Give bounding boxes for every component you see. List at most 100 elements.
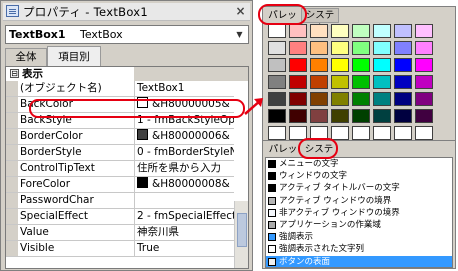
palette-color-cell[interactable] <box>415 24 433 38</box>
palette-color-cell[interactable] <box>373 109 391 123</box>
palette-color-cell[interactable] <box>352 92 370 106</box>
palette-color-cell[interactable] <box>331 75 349 89</box>
palette-color-cell[interactable] <box>415 92 433 106</box>
palette-color-cell[interactable] <box>331 126 349 140</box>
palette-color-cell[interactable] <box>415 75 433 89</box>
chevron-down-icon[interactable]: ▼ <box>232 27 247 42</box>
system-color-item[interactable]: 強調表示 <box>266 231 452 243</box>
palette-color-cell[interactable] <box>268 24 286 38</box>
palette-color-cell[interactable] <box>373 58 391 72</box>
palette-color-cell[interactable] <box>394 109 412 123</box>
object-selector[interactable]: TextBox1 TextBox ▼ <box>5 25 249 44</box>
palette-color-cell[interactable] <box>289 109 307 123</box>
palette-color-cell[interactable] <box>268 92 286 106</box>
palette-color-cell[interactable] <box>394 58 412 72</box>
property-row[interactable]: Visible True <box>6 241 234 257</box>
system-color-item[interactable]: ウィンドウの文字 <box>266 170 452 182</box>
palette-color-cell[interactable] <box>331 109 349 123</box>
palette-color-cell[interactable] <box>352 109 370 123</box>
palette-color-cell[interactable] <box>331 58 349 72</box>
palette-color-cell[interactable] <box>352 75 370 89</box>
property-name: BorderColor <box>20 130 83 142</box>
palette-color-cell[interactable] <box>415 58 433 72</box>
system-color-item[interactable]: アプリケーションの作業域 <box>266 219 452 231</box>
system-color-item[interactable]: 強調表示された文字列 <box>266 243 452 255</box>
palette-color-cell[interactable] <box>394 24 412 38</box>
property-row[interactable]: BorderStyle 0 - fmBorderStyleNone <box>6 145 234 161</box>
system-color-label: アクティブ タイトルバーの文字 <box>279 183 400 194</box>
tab-all[interactable]: 全体 <box>5 48 47 66</box>
tab-palette[interactable]: パレット <box>266 143 300 169</box>
palette-color-cell[interactable] <box>352 126 370 140</box>
palette-color-cell[interactable] <box>394 92 412 106</box>
property-row[interactable]: ControlTipText 住所を県から入力 <box>6 161 234 177</box>
palette-color-cell[interactable] <box>268 126 286 140</box>
system-color-item[interactable]: ボタンの表面 <box>266 255 452 267</box>
property-value[interactable]: 住所を県から入力 <box>134 161 234 176</box>
color-swatch <box>268 172 276 181</box>
system-color-item[interactable]: アクティブ ウィンドウの境界 <box>266 195 452 207</box>
palette-color-cell[interactable] <box>331 92 349 106</box>
palette-color-cell[interactable] <box>373 75 391 89</box>
property-value[interactable]: 0 - fmBorderStyleNone <box>134 145 234 160</box>
property-value[interactable]: &H80000008& <box>134 177 234 192</box>
palette-color-cell[interactable] <box>373 126 391 140</box>
system-color-item[interactable]: メニューの文字 <box>266 158 452 170</box>
palette-color-cell[interactable] <box>415 126 433 140</box>
property-value[interactable]: TextBox1 <box>134 81 234 96</box>
palette-color-cell[interactable] <box>394 41 412 55</box>
palette-color-cell[interactable] <box>310 75 328 89</box>
palette-color-cell[interactable] <box>310 24 328 38</box>
palette-color-cell[interactable] <box>310 109 328 123</box>
backcolor-highlight-ring <box>29 99 245 118</box>
property-value[interactable] <box>134 193 234 208</box>
property-value[interactable]: 神奈川県 <box>134 225 234 240</box>
palette-color-cell[interactable] <box>289 58 307 72</box>
property-name: PasswordChar <box>20 194 94 206</box>
palette-color-cell[interactable] <box>289 41 307 55</box>
palette-color-cell[interactable] <box>289 75 307 89</box>
palette-color-cell[interactable] <box>268 58 286 72</box>
palette-color-cell[interactable] <box>415 41 433 55</box>
property-value[interactable]: True <box>134 241 234 256</box>
scrollbar-thumb[interactable] <box>237 213 247 247</box>
tab-category[interactable]: 項目別 <box>47 46 101 67</box>
palette-color-cell[interactable] <box>289 24 307 38</box>
property-row[interactable]: PasswordChar <box>6 193 234 209</box>
palette-color-cell[interactable] <box>373 92 391 106</box>
palette-color-cell[interactable] <box>352 41 370 55</box>
system-color-item[interactable]: アクティブ タイトルバーの文字 <box>266 182 452 194</box>
vertical-scrollbar[interactable] <box>234 201 248 268</box>
title-bar[interactable]: プロパティ - TextBox1 × <box>3 3 250 21</box>
palette-color-cell[interactable] <box>373 41 391 55</box>
collapse-icon[interactable]: ⊟ <box>10 69 19 78</box>
property-row[interactable]: ForeColor &H80000008& <box>6 177 234 193</box>
palette-color-cell[interactable] <box>331 41 349 55</box>
row-gutter <box>6 161 18 176</box>
palette-color-cell[interactable] <box>268 109 286 123</box>
property-row[interactable]: SpecialEffect 2 - fmSpecialEffectSunken <box>6 209 234 225</box>
palette-color-cell[interactable] <box>415 109 433 123</box>
property-row[interactable]: BorderColor &H80000006& <box>6 129 234 145</box>
system-color-item[interactable]: 非アクティブ ウィンドウの境界 <box>266 207 452 219</box>
palette-color-cell[interactable] <box>352 58 370 72</box>
property-row[interactable]: Value 神奈川県 <box>6 225 234 241</box>
property-row[interactable]: (オブジェクト名) TextBox1 <box>6 81 234 97</box>
property-value[interactable]: 2 - fmSpecialEffectSunken <box>134 209 234 224</box>
palette-color-cell[interactable] <box>394 75 412 89</box>
palette-color-cell[interactable] <box>352 24 370 38</box>
palette-color-cell[interactable] <box>373 24 391 38</box>
palette-color-cell[interactable] <box>268 41 286 55</box>
close-button[interactable]: × <box>233 4 248 19</box>
palette-color-cell[interactable] <box>394 126 412 140</box>
palette-color-cell[interactable] <box>310 58 328 72</box>
palette-color-cell[interactable] <box>289 92 307 106</box>
palette-color-cell[interactable] <box>268 75 286 89</box>
palette-color-cell[interactable] <box>331 24 349 38</box>
category-header[interactable]: ⊟ 表示 <box>6 67 248 81</box>
system-color-list[interactable]: メニューの文字 ウィンドウの文字 アクティブ タイトルバーの文字 アクティブ ウィンド… <box>265 157 453 268</box>
palette-color-cell[interactable] <box>310 92 328 106</box>
property-value-text: 2 - fmSpecialEffectSunken <box>137 210 234 222</box>
palette-color-cell[interactable] <box>310 41 328 55</box>
property-value[interactable]: &H80000006& <box>134 129 234 144</box>
